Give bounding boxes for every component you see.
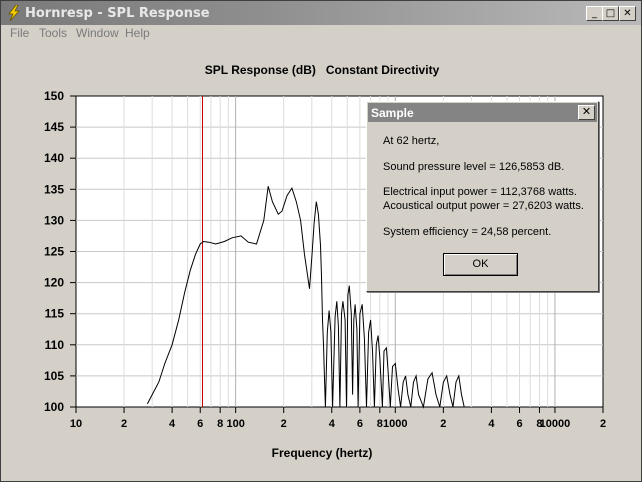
- dialog-title-bar[interactable]: Sample ✕: [368, 103, 597, 122]
- sample-dialog: Sample ✕ At 62 hertz, Sound pressure lev…: [366, 101, 599, 292]
- menu-bar: File Tools Window Help: [1, 25, 641, 43]
- x-tick-label: 4: [488, 418, 495, 430]
- minimize-button[interactable]: _: [586, 6, 603, 21]
- ok-button[interactable]: OK: [443, 253, 518, 276]
- x-tick-label: 2: [600, 418, 606, 430]
- window-title: Hornresp - SPL Response: [25, 6, 210, 21]
- x-tick-label: 6: [357, 418, 363, 430]
- y-tick-label: 150: [44, 89, 64, 103]
- y-tick-label: 140: [44, 151, 64, 165]
- x-tick-label: 4: [329, 418, 336, 430]
- dialog-close-button[interactable]: ✕: [578, 105, 595, 120]
- lightning-bolt-icon: [8, 5, 20, 21]
- x-tick-label: 2: [281, 418, 287, 430]
- main-window: Hornresp - SPL Response _ □ ✕ File Tools…: [0, 0, 642, 482]
- menu-tools[interactable]: Tools: [39, 26, 67, 40]
- x-tick-label: 6: [197, 418, 203, 430]
- y-tick-label: 135: [44, 182, 64, 196]
- x-tick-label: 2: [440, 418, 446, 430]
- x-tick-label: 1000: [383, 418, 407, 430]
- x-tick-label: 2: [121, 418, 127, 430]
- dialog-spl-text: Sound pressure level = 126,5853 dB.: [383, 161, 565, 173]
- menu-help[interactable]: Help: [125, 26, 150, 40]
- dialog-frequency-text: At 62 hertz,: [383, 135, 440, 147]
- y-tick-label: 120: [44, 276, 64, 290]
- dialog-acoustical-power-text: Acoustical output power = 27,6203 watts.: [383, 200, 584, 212]
- x-tick-label: 10000: [540, 418, 571, 430]
- x-tick-label: 100: [226, 418, 244, 430]
- x-tick-label: 8: [377, 418, 383, 430]
- title-bar[interactable]: Hornresp - SPL Response _ □ ✕: [1, 1, 641, 25]
- y-tick-label: 115: [45, 307, 65, 321]
- y-tick-label: 125: [44, 245, 64, 259]
- y-tick-label: 130: [44, 213, 64, 227]
- x-tick-label: 6: [516, 418, 522, 430]
- x-tick-label: 4: [169, 418, 176, 430]
- menu-file[interactable]: File: [10, 26, 29, 40]
- chart-title: SPL Response (dB) Constant Directivity: [205, 63, 440, 77]
- maximize-button[interactable]: □: [602, 6, 619, 21]
- close-button[interactable]: ✕: [619, 6, 636, 21]
- dialog-electrical-power-text: Electrical input power = 112,3768 watts.: [383, 186, 577, 198]
- y-tick-label: 105: [44, 369, 64, 383]
- y-tick-label: 145: [44, 120, 64, 134]
- x-axis-label: Frequency (hertz): [272, 446, 373, 460]
- x-tick-label: 10: [70, 418, 82, 430]
- x-tick-label: 8: [217, 418, 223, 430]
- y-tick-label: 100: [44, 400, 64, 414]
- menu-window[interactable]: Window: [76, 26, 119, 40]
- dialog-efficiency-text: System efficiency = 24,58 percent.: [383, 226, 552, 238]
- y-tick-label: 110: [45, 338, 65, 352]
- dialog-title: Sample: [371, 106, 414, 120]
